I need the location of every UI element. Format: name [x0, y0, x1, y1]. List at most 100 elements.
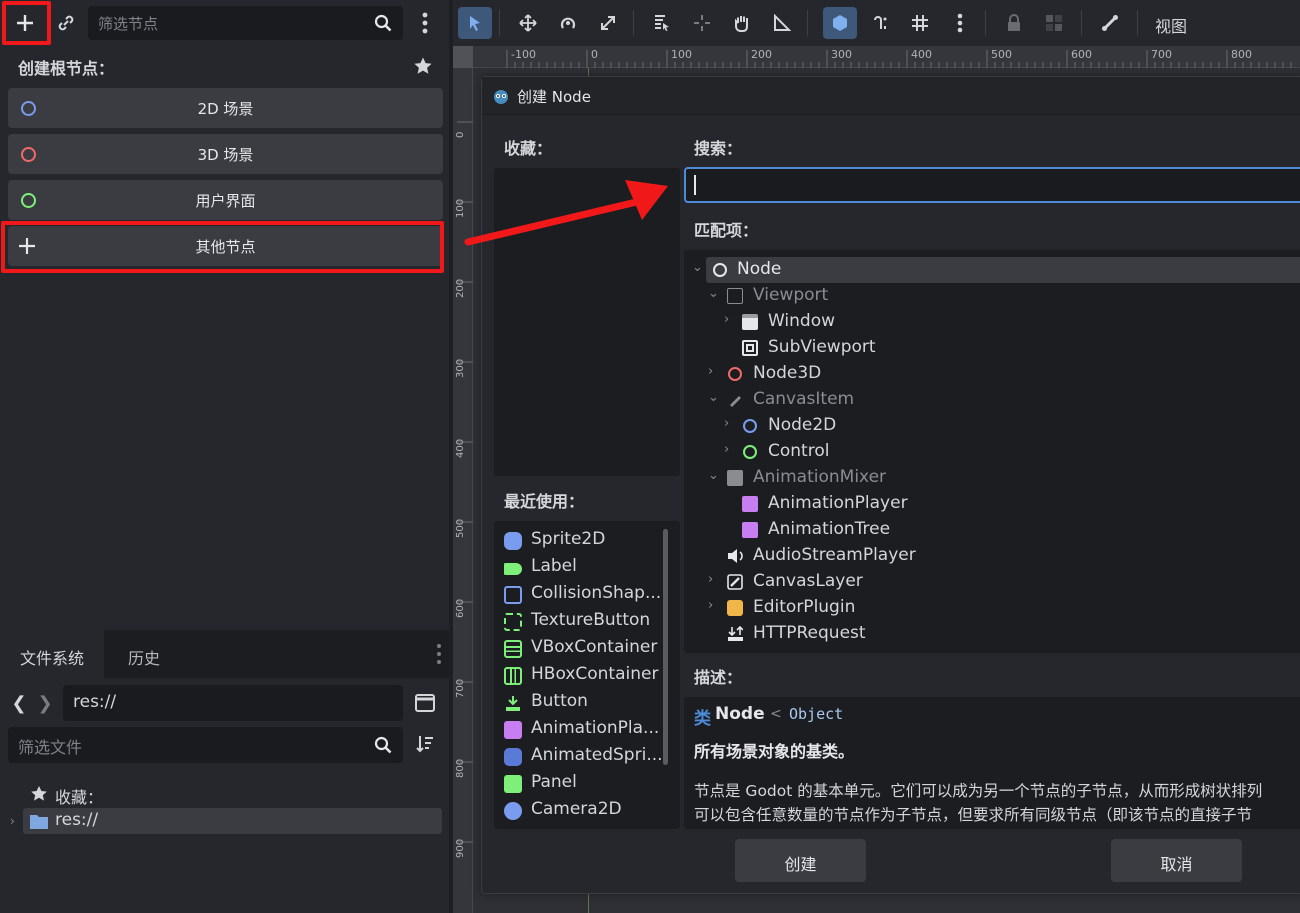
toggle-split-button[interactable] — [413, 691, 437, 715]
tree-item-label: Node — [737, 259, 782, 279]
search-nodes-placeholder: 筛选节点 — [98, 15, 159, 33]
tab-filesystem[interactable]: 文件系统 — [0, 630, 105, 678]
ruler-top-label: 100 — [671, 48, 692, 61]
select-mode-button[interactable] — [458, 7, 492, 39]
control-icon — [742, 444, 758, 460]
list-select-button[interactable] — [645, 7, 679, 39]
path-field[interactable]: res:// — [63, 685, 403, 721]
favorite-star-button[interactable] — [412, 55, 434, 77]
text-cursor — [694, 175, 696, 195]
dock-options-button[interactable] — [432, 642, 446, 666]
fs-item-res[interactable]: res:// — [23, 808, 442, 834]
snap-more-button[interactable] — [943, 7, 977, 39]
recent-item-label: AnimationPla... — [531, 718, 660, 738]
tree-item-label: Control — [768, 441, 830, 461]
back-button[interactable]: ❮ — [10, 692, 28, 714]
add-node-button[interactable] — [6, 5, 44, 41]
film-icon — [727, 470, 743, 486]
expand-arrow-icon: › — [708, 364, 714, 379]
scale-mode-button[interactable] — [591, 7, 625, 39]
panel-icon — [504, 775, 522, 793]
button-icon — [504, 694, 522, 712]
lock-button[interactable] — [997, 7, 1031, 39]
ruler-icon — [774, 14, 791, 31]
node3d-icon — [727, 366, 743, 382]
root-ui-button[interactable]: 用户界面 — [8, 180, 443, 220]
grid-snap-button[interactable] — [863, 7, 897, 39]
tree-item-label: Viewport — [753, 285, 829, 305]
root-2d-scene-button[interactable]: 2D 场景 — [8, 88, 443, 128]
chevron-right-icon: ❯ — [37, 692, 53, 714]
kebab-icon — [422, 12, 428, 34]
more-options-button[interactable] — [414, 8, 436, 38]
recent-item-label: VBoxContainer — [531, 637, 658, 657]
description-panel: 类 Node < Object 所有场景对象的基类。 节点是 Godot 的基本… — [684, 697, 1300, 829]
desc-line: 节点是 Godot 的基本单元。它们可以成为另一个节点的子节点，从而形成树状排列 — [694, 782, 1263, 800]
dialog-title: 创建 Node — [517, 88, 591, 106]
create-root-label: 创建根节点： — [18, 59, 115, 78]
label-icon — [504, 563, 522, 575]
smart-snap-button[interactable] — [823, 7, 857, 39]
chevron-left-icon: ❮ — [11, 692, 27, 714]
magnet-icon — [874, 16, 887, 29]
tree-item-node[interactable]: ⌄ Node — [692, 257, 1300, 283]
ruler-top-label: -100 — [511, 48, 536, 61]
view-menu[interactable]: 视图 — [1155, 13, 1187, 37]
cursor-icon — [470, 16, 480, 31]
desc-class-name: Node — [715, 704, 765, 724]
ruler-top-label: 300 — [831, 48, 852, 61]
pan-mode-button[interactable] — [725, 7, 759, 39]
godot-icon — [494, 90, 508, 104]
viewport-icon — [727, 288, 743, 304]
cancel-button[interactable]: 取消 — [1111, 839, 1242, 882]
group-button[interactable] — [1037, 7, 1071, 39]
desc-line: 可以包含任意数量的节点作为子节点，但要求所有同级节点（即该节点的直接子节 — [694, 806, 1253, 824]
recent-list[interactable]: Sprite2D Label CollisionShap... TextureB… — [494, 521, 680, 829]
snap-cube-icon — [833, 15, 847, 31]
window-icon — [415, 694, 435, 712]
canvas-layer-icon — [727, 574, 743, 590]
expand-arrow-icon: ⌄ — [708, 286, 719, 301]
animation-player-icon — [742, 496, 758, 512]
ruler-top: -100 0 100 200 300 400 500 600 700 800 — [453, 46, 1300, 68]
description-label: 描述： — [694, 668, 743, 687]
ruler-left-label: 200 — [455, 278, 466, 298]
sort-button[interactable] — [414, 732, 436, 756]
desc-inherits-symbol: < — [770, 706, 782, 722]
tab-history[interactable]: 历史 — [108, 630, 180, 678]
expand-arrow-icon: › — [708, 598, 714, 613]
create-button[interactable]: 创建 — [735, 839, 866, 882]
root-3d-scene-button[interactable]: 3D 场景 — [8, 134, 443, 174]
instance-scene-button[interactable] — [52, 8, 80, 38]
search-nodes-input[interactable]: 筛选节点 — [88, 6, 403, 40]
desc-inherits-link[interactable]: Object — [789, 705, 843, 723]
recent-scrollbar[interactable] — [663, 529, 668, 765]
sprite2d-icon — [504, 532, 522, 550]
node-icon — [712, 262, 728, 278]
move-mode-button[interactable] — [511, 7, 545, 39]
create-button-label: 创建 — [784, 855, 817, 874]
filter-files-input[interactable]: 筛选文件 — [8, 727, 403, 763]
ruler-mode-button[interactable] — [765, 7, 799, 39]
forward-button[interactable]: ❯ — [36, 692, 54, 714]
rotate-mode-button[interactable] — [551, 7, 585, 39]
expand-arrow-icon: › — [724, 312, 730, 327]
matches-tree[interactable]: ⌄ Node ⌄ Viewport › Window SubViewport ›… — [684, 250, 1300, 653]
skeleton-button[interactable] — [1093, 7, 1127, 39]
ruler-top-label: 200 — [751, 48, 772, 61]
root-other-node-label: 其他节点 — [195, 238, 256, 256]
search-input[interactable] — [684, 167, 1300, 203]
snap-options-button[interactable] — [903, 7, 937, 39]
tree-item-label: HTTPRequest — [753, 623, 866, 643]
tree-item-label: EditorPlugin — [753, 597, 856, 617]
root-other-node-button[interactable]: 其他节点 — [8, 226, 443, 266]
recent-item-label: Label — [531, 556, 577, 576]
separator — [1137, 10, 1138, 36]
separator — [633, 10, 634, 36]
recent-label: 最近使用： — [504, 492, 585, 511]
group-icon — [1046, 15, 1062, 31]
recent-item-label: TextureButton — [531, 610, 651, 630]
vbox-icon — [504, 640, 522, 658]
expand-arrow-icon[interactable]: › — [10, 814, 15, 828]
pivot-button[interactable] — [685, 7, 719, 39]
